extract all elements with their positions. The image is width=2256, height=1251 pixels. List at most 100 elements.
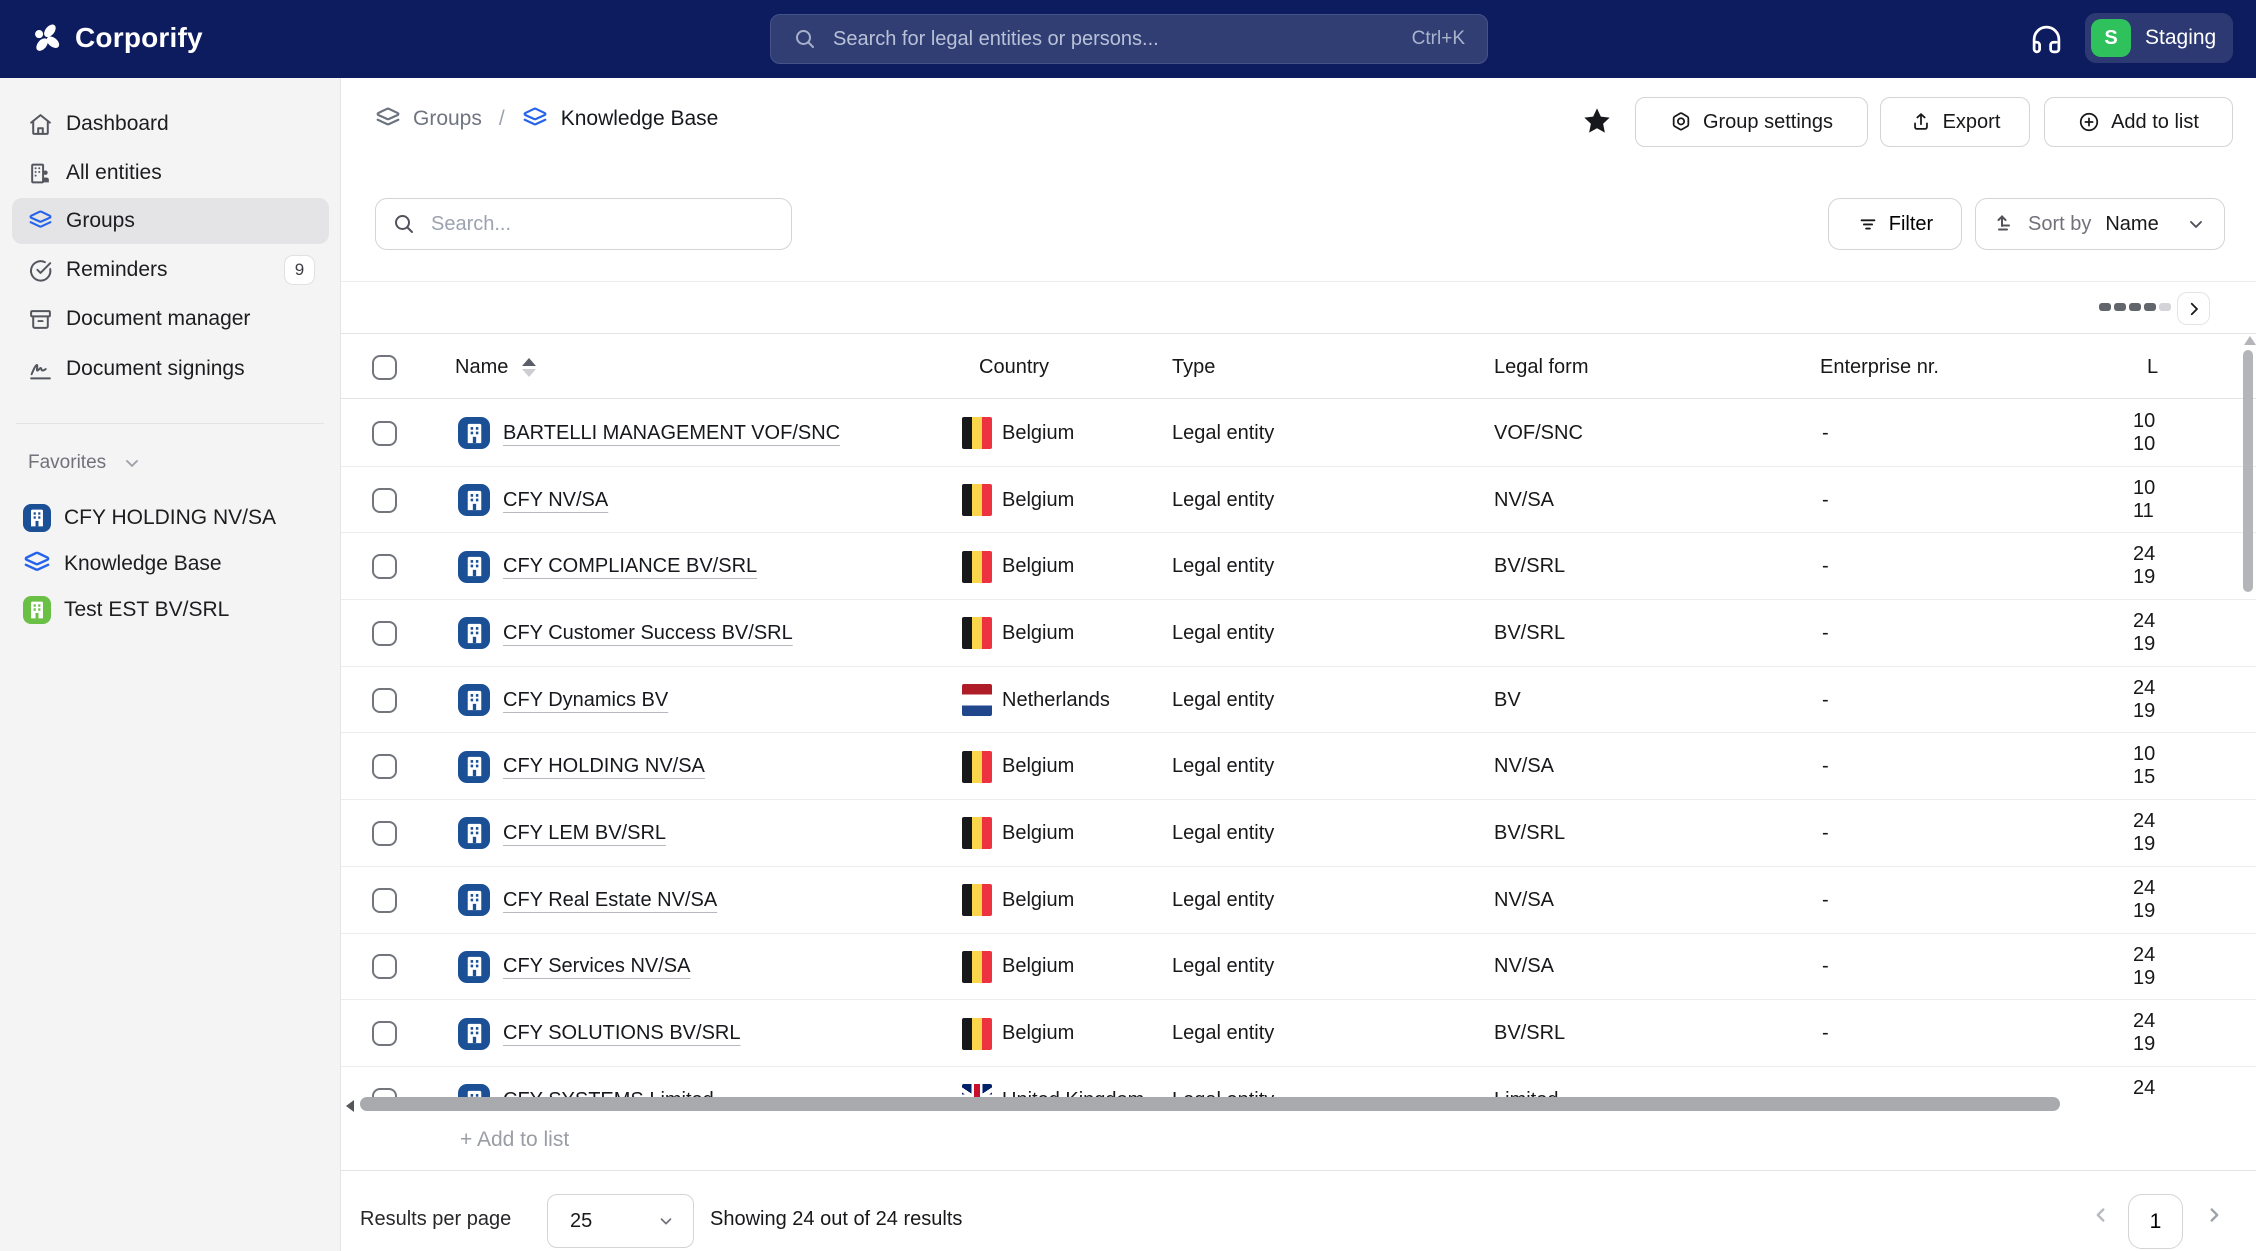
sidebar-item-groups[interactable]: Groups: [12, 198, 329, 244]
table-row[interactable]: CFY Customer Success BV/SRL Belgium Lega…: [341, 600, 2256, 667]
table-row[interactable]: CFY Real Estate NV/SA Belgium Legal enti…: [341, 867, 2256, 934]
row-checkbox[interactable]: [372, 421, 397, 446]
entities-icon: [28, 161, 53, 186]
enterprise-cell: -: [1822, 467, 1829, 534]
entity-name-link[interactable]: CFY Customer Success BV/SRL: [503, 622, 793, 645]
sidebar-item-label: Document signings: [66, 357, 245, 381]
country-cell-label: Belgium: [1002, 955, 1074, 978]
pager-next-button[interactable]: [2177, 292, 2210, 325]
corporify-logo-icon: [28, 20, 64, 56]
country-cell-label: Belgium: [1002, 755, 1074, 778]
row-checkbox[interactable]: [372, 1021, 397, 1046]
column-header-label: Name: [455, 356, 508, 379]
entity-name-link[interactable]: CFY NV/SA: [503, 489, 608, 512]
breadcrumb: Groups / Knowledge Base: [375, 106, 718, 132]
pagination-page-button[interactable]: 1: [2128, 1194, 2183, 1249]
sidebar-item-all-entities[interactable]: All entities: [12, 150, 329, 196]
headset-icon[interactable]: [2030, 23, 2063, 56]
sidebar-item-label: Reminders: [66, 258, 168, 282]
row-checkbox[interactable]: [372, 821, 397, 846]
table-row[interactable]: CFY HOLDING NV/SA Belgium Legal entity N…: [341, 733, 2256, 800]
sidebar-item-label: Document manager: [66, 307, 250, 331]
add-to-list-button[interactable]: Add to list: [2044, 97, 2233, 147]
country-flag-icon: [962, 484, 992, 516]
sort-button[interactable]: Sort by Name: [1975, 198, 2225, 250]
table-row[interactable]: CFY LEM BV/SRL Belgium Legal entity BV/S…: [341, 800, 2256, 867]
sort-arrows-icon[interactable]: [522, 358, 536, 377]
row-checkbox[interactable]: [372, 1088, 397, 1097]
country-flag-icon: [962, 817, 992, 849]
entity-name-link[interactable]: CFY Real Estate NV/SA: [503, 889, 717, 912]
row-checkbox[interactable]: [372, 754, 397, 779]
filter-button[interactable]: Filter: [1828, 198, 1962, 250]
entity-name-link[interactable]: CFY HOLDING NV/SA: [503, 755, 705, 778]
column-header-type[interactable]: Type: [1172, 334, 1215, 400]
entity-name-link[interactable]: CFY COMPLIANCE BV/SRL: [503, 555, 757, 578]
breadcrumb-parent[interactable]: Groups: [413, 107, 482, 131]
table-row[interactable]: CFY COMPLIANCE BV/SRL Belgium Legal enti…: [341, 533, 2256, 600]
favorite-star-icon[interactable]: [1581, 105, 1613, 137]
sidebar-item-document-manager[interactable]: Document manager: [12, 296, 329, 342]
enterprise-cell: -: [1822, 533, 1829, 600]
column-header-enterprise[interactable]: Enterprise nr.: [1820, 334, 1939, 400]
pagination-prev-icon[interactable]: [2090, 1204, 2112, 1226]
entity-name-link[interactable]: CFY SYSTEMS Limited: [503, 1089, 714, 1097]
type-cell: Legal entity: [1172, 400, 1274, 467]
column-header-legal-form[interactable]: Legal form: [1494, 334, 1589, 400]
row-checkbox[interactable]: [372, 888, 397, 913]
horizontal-scrollbar[interactable]: [360, 1097, 2060, 1111]
entity-name-link[interactable]: BARTELLI MANAGEMENT VOF/SNC: [503, 422, 840, 445]
favorite-item-knowledge-base[interactable]: Knowledge Base: [12, 542, 329, 586]
brand-name: Corporify: [75, 22, 203, 54]
table-row[interactable]: CFY NV/SA Belgium Legal entity NV/SA - 1…: [341, 467, 2256, 534]
signature-icon: [28, 357, 53, 382]
row-checkbox[interactable]: [372, 954, 397, 979]
entity-name-link[interactable]: CFY Dynamics BV: [503, 689, 668, 712]
type-cell: Legal entity: [1172, 600, 1274, 667]
entity-name-link[interactable]: CFY SOLUTIONS BV/SRL: [503, 1022, 740, 1045]
table-row[interactable]: CFY Dynamics BV Netherlands Legal entity…: [341, 667, 2256, 734]
vertical-scrollbar[interactable]: [2243, 350, 2253, 592]
table-row[interactable]: CFY SYSTEMS Limited United Kingdom Legal…: [341, 1067, 2256, 1097]
results-per-page-select[interactable]: 25: [547, 1194, 694, 1248]
row-checkbox[interactable]: [372, 621, 397, 646]
row-checkbox[interactable]: [372, 488, 397, 513]
last-col-cell: 1010: [2133, 400, 2157, 467]
enterprise-cell: -: [1822, 1000, 1829, 1067]
list-search-input[interactable]: Search...: [375, 198, 792, 250]
export-button[interactable]: Export: [1880, 97, 2030, 147]
group-settings-button[interactable]: Group settings: [1635, 97, 1868, 147]
reminders-count-badge: 9: [284, 255, 315, 285]
environment-switcher[interactable]: S Staging: [2085, 13, 2233, 63]
vscroll-up-arrow[interactable]: [2244, 336, 2256, 345]
global-search-input[interactable]: Search for legal entities or persons... …: [770, 14, 1488, 64]
entity-name-link[interactable]: CFY Services NV/SA: [503, 955, 690, 978]
select-all-checkbox[interactable]: [372, 355, 397, 380]
add-to-list-link[interactable]: + Add to list: [460, 1128, 569, 1152]
favorites-header[interactable]: Favorites: [28, 452, 142, 474]
favorite-item-cfy-holding[interactable]: CFY HOLDING NV/SA: [12, 496, 329, 540]
showing-results-text: Showing 24 out of 24 results: [710, 1208, 962, 1231]
last-col-cell: 2419: [2133, 800, 2157, 867]
sidebar-item-dashboard[interactable]: Dashboard: [12, 101, 329, 147]
column-header-country[interactable]: Country: [979, 334, 1049, 400]
favorite-item-test-est[interactable]: Test EST BV/SRL: [12, 588, 329, 632]
type-cell: Legal entity: [1172, 1000, 1274, 1067]
pagination-next-icon[interactable]: [2203, 1204, 2225, 1226]
entity-name-link[interactable]: CFY LEM BV/SRL: [503, 822, 666, 845]
column-header-name[interactable]: Name: [455, 334, 536, 400]
sidebar-item-reminders[interactable]: Reminders 9: [12, 247, 329, 293]
last-col-cell: 2419: [2133, 600, 2157, 667]
column-header-last[interactable]: L: [2147, 334, 2158, 400]
sidebar-item-document-signings[interactable]: Document signings: [12, 346, 329, 392]
table-row[interactable]: CFY SOLUTIONS BV/SRL Belgium Legal entit…: [341, 1000, 2256, 1067]
row-checkbox[interactable]: [372, 554, 397, 579]
pager-dot: [2129, 303, 2141, 311]
pager-dot: [2099, 303, 2111, 311]
brand-logo[interactable]: Corporify: [28, 20, 203, 56]
type-cell: Legal entity: [1172, 800, 1274, 867]
table-row[interactable]: CFY Services NV/SA Belgium Legal entity …: [341, 934, 2256, 1001]
row-checkbox[interactable]: [372, 688, 397, 713]
table-row[interactable]: BARTELLI MANAGEMENT VOF/SNC Belgium Lega…: [341, 400, 2256, 467]
hscroll-left-arrow[interactable]: [346, 1100, 354, 1112]
